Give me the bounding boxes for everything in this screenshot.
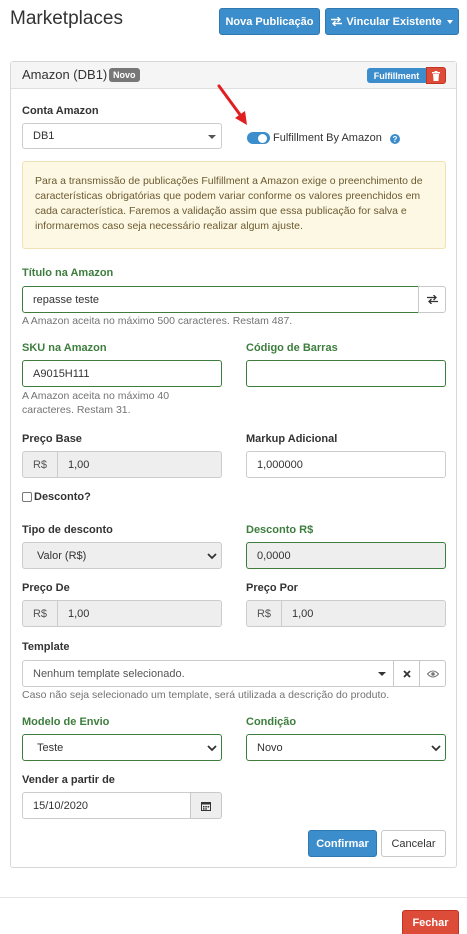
caret-down-icon [378,672,386,676]
barcode-input[interactable] [246,360,446,387]
markup-input[interactable]: 1,000000 [246,451,446,478]
delete-button[interactable] [426,67,446,84]
account-label: Conta Amazon [22,105,99,117]
swap-title-button[interactable] [418,286,446,313]
trash-icon [432,70,440,81]
sku-help-line1: A Amazon aceita no máximo 40 [22,390,170,402]
caret-down-icon [208,135,216,139]
condition-select-value: Novo [257,741,283,754]
new-publication-button[interactable]: Nova Publicação [219,8,320,35]
account-select-value: DB1 [33,130,55,142]
new-publication-label: Nova Publicação [225,15,314,28]
sku-label: SKU na Amazon [22,342,107,354]
calendar-button[interactable] [190,792,222,819]
title-help: A Amazon aceita no máximo 500 caracteres… [22,315,293,327]
price-to-value: 1,00 [292,607,314,620]
price-to-input: 1,00 [281,600,446,627]
eye-icon [426,669,439,678]
title-input-value: repasse teste [33,293,100,306]
fulfillment-notice: Para a transmissão de publicações Fulfil… [22,161,446,249]
template-help: Caso não seja selecionado um template, s… [22,689,390,701]
discount-checkbox[interactable] [22,492,32,502]
link-existing-dropdown-button[interactable]: Vincular Existente [325,8,459,35]
fba-toggle-knob [258,134,267,143]
sell-from-date-value: 15/10/2020 [33,799,89,812]
footer-divider [0,897,467,898]
condition-label: Condição [246,716,297,728]
link-existing-label: Vincular Existente [346,15,442,28]
confirm-button[interactable]: Confirmar [308,830,377,857]
template-label: Template [22,641,70,653]
annotation-arrow-icon [217,84,247,125]
chevron-down-icon [207,745,217,752]
account-select[interactable]: DB1 [22,123,222,149]
price-from-value: 1,00 [68,607,90,620]
base-price-label: Preço Base [22,433,82,445]
discount-amount-value: 0,0000 [257,549,291,562]
discount-amount-input: 0,0000 [246,542,446,569]
sku-input-value: A9015H111 [33,367,90,380]
clear-template-button[interactable] [393,660,420,687]
sell-from-label: Vender a partir de [22,774,115,786]
fulfillment-badge-label: Fulfillment [373,70,420,81]
template-select[interactable]: Nenhum template selecionado. [22,660,394,687]
price-from-input: 1,00 [57,600,222,627]
shipping-label: Modelo de Envio [22,716,110,728]
base-price-value: 1,00 [68,458,90,471]
shipping-select[interactable]: Teste [22,734,222,761]
close-icon [402,669,411,678]
fulfillment-badge: Fulfillment [367,68,426,83]
discount-type-value: Valor (R$) [37,549,87,562]
price-from-currency: R$ [22,600,58,627]
panel-title: Amazon (DB1) [22,67,108,82]
sku-help-line2: caracteres. Restam 31. [22,404,131,416]
sku-input[interactable]: A9015H111 [22,360,222,387]
page-title: Marketplaces [10,8,123,29]
discount-type-label: Tipo de desconto [22,524,113,536]
shipping-select-value: Teste [37,741,64,754]
svg-text:?: ? [393,135,398,144]
price-from-label: Preço De [22,582,70,594]
preview-template-button[interactable] [419,660,446,687]
base-price-input: 1,00 [57,451,222,478]
title-label: Título na Amazon [22,267,114,279]
title-input[interactable]: repasse teste [22,286,419,313]
discount-checkbox-label: Desconto? [34,491,91,503]
markup-label: Markup Adicional [246,433,338,445]
discount-type-select[interactable]: Valor (R$) [22,542,222,569]
cancel-button-label: Cancelar [391,837,436,850]
caret-down-icon [446,19,453,24]
chevron-down-icon [431,745,441,752]
price-to-currency: R$ [246,600,282,627]
sell-from-date-input[interactable]: 15/10/2020 [22,792,191,819]
price-to-label: Preço Por [246,582,298,594]
calendar-icon [201,801,211,811]
close-button[interactable]: Fechar [402,910,459,934]
chevron-down-icon [207,553,217,560]
template-select-value: Nenhum template selecionado. [33,667,185,680]
confirm-button-label: Confirmar [316,837,369,850]
help-icon[interactable]: ? [390,134,400,144]
base-price-currency: R$ [22,451,58,478]
condition-select[interactable]: Novo [246,734,446,761]
close-button-label: Fechar [412,917,449,929]
barcode-label: Código de Barras [246,342,338,354]
new-badge: Novo [109,68,140,82]
exchange-icon [331,17,343,26]
discount-amount-label: Desconto R$ [246,524,314,536]
fba-label: Fulfillment By Amazon [273,132,382,144]
exchange-icon [426,295,438,304]
markup-input-value: 1,000000 [257,458,303,471]
cancel-button[interactable]: Cancelar [381,830,446,857]
